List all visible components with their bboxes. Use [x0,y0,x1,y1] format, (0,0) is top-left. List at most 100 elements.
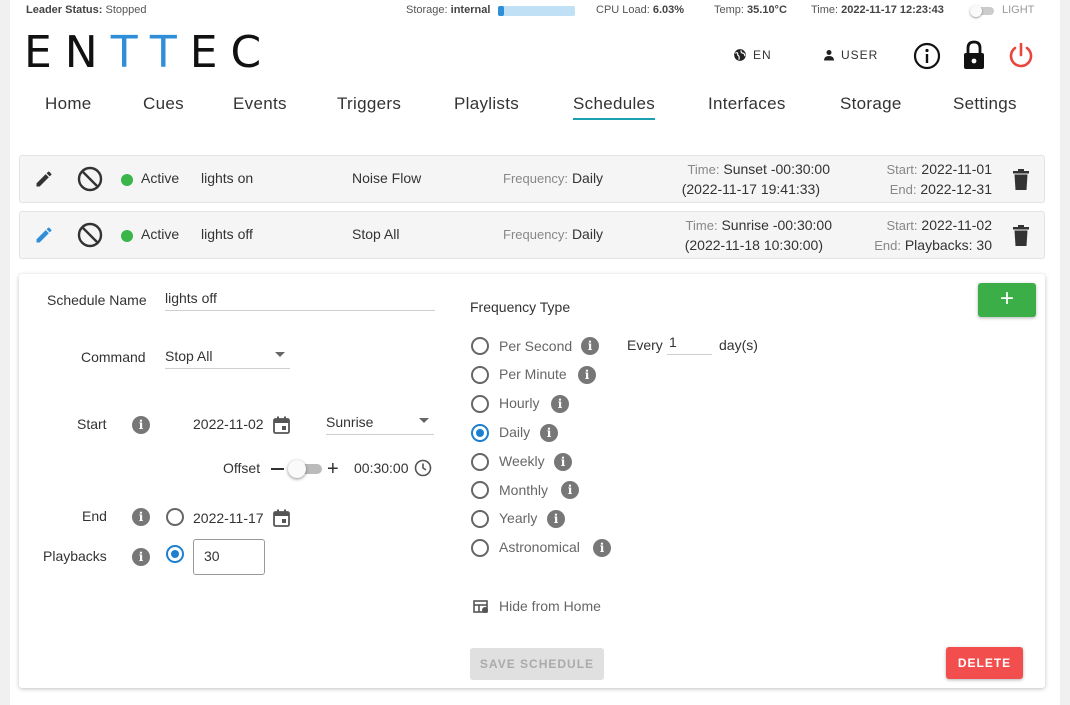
status-dot [121,174,133,186]
frequency-radio-per-minute[interactable] [471,366,489,384]
toggle-knob [970,5,982,17]
command-select[interactable]: Stop All [165,348,290,369]
nav-cues[interactable]: Cues [143,94,184,114]
frequency-radio-astronomical[interactable] [471,539,489,557]
calendar-icon[interactable] [273,509,290,527]
frequency-option-label: Per Minute [499,366,567,382]
nav-home[interactable]: Home [45,94,92,114]
schedule-end: End: 2022-12-31 [889,181,992,197]
nav-triggers[interactable]: Triggers [337,94,401,114]
info-icon[interactable]: i [578,366,596,384]
person-icon [824,50,834,61]
frequency-option-label: Monthly [499,482,549,498]
user-label: USER [841,48,879,62]
info-icon[interactable]: i [581,337,599,355]
time-status: Time: 2022-11-17 12:23:43 [811,4,944,16]
start-date[interactable]: 2022-11-02 [193,416,264,432]
frequency-option-label: Per Second [499,338,573,354]
user-menu[interactable]: USER [823,48,878,62]
schedule-name: lights on [201,170,254,186]
frequency-radio-daily[interactable] [471,424,489,442]
disable-icon[interactable] [77,166,103,192]
info-icon[interactable]: i [593,539,611,557]
minus-icon[interactable] [271,468,284,470]
playbacks-label: Playbacks [43,548,107,564]
info-icon[interactable]: i [132,416,150,434]
end-date[interactable]: 2022-11-17 [193,510,264,526]
end-label: End [82,508,107,524]
trash-icon[interactable] [1012,169,1030,191]
chevron-down-icon [419,418,429,423]
info-icon[interactable]: i [554,453,572,471]
schedule-row[interactable]: Active lights off Stop All Frequency: Da… [19,211,1045,259]
storage-progress-bar [498,6,575,16]
nav-settings[interactable]: Settings [953,94,1017,114]
edit-icon[interactable] [34,169,54,189]
nav-interfaces[interactable]: Interfaces [708,94,786,114]
frequency-radio-weekly[interactable] [471,453,489,471]
info-icon[interactable]: i [551,395,569,413]
status-text: Active [141,226,180,242]
schedule-start: Start: 2022-11-01 [886,161,992,177]
offset-sign-toggle[interactable] [288,460,322,478]
info-icon[interactable] [913,42,941,70]
plus-icon[interactable]: + [327,459,339,479]
clock-icon[interactable] [414,459,432,477]
globe-icon [734,49,746,61]
every-unit: day(s) [719,337,758,353]
cpu-status: CPU Load: 6.03% [596,4,685,16]
delete-button[interactable]: DELETE [946,647,1023,679]
nav-events[interactable]: Events [233,94,287,114]
add-schedule-button[interactable]: + [978,283,1036,317]
schedule-time: Time: Sunset -00:30:00 [687,161,830,177]
temp-status: Temp: 35.10°C [714,4,787,16]
nav-storage[interactable]: Storage [840,94,902,114]
schedule-frequency: Frequency: Daily [503,226,604,242]
schedule-row[interactable]: Active lights on Noise Flow Frequency: D… [19,155,1045,203]
lock-icon[interactable] [962,40,986,70]
trash-icon[interactable] [1012,225,1030,247]
hide-from-home-label[interactable]: Hide from Home [499,598,601,614]
playbacks-input[interactable]: 30 [193,539,265,575]
status-text: Active [141,170,180,186]
info-icon[interactable]: i [132,508,150,526]
theme-label: LIGHT [1002,4,1035,16]
frequency-radio-yearly[interactable] [471,510,489,528]
nav-playlists[interactable]: Playlists [454,94,519,114]
frequency-radio-per-second[interactable] [471,337,489,355]
disable-icon[interactable] [77,222,103,248]
schedule-end: End: Playbacks: 30 [874,237,992,253]
playbacks-radio[interactable] [166,545,184,563]
edit-icon[interactable] [34,225,54,245]
schedule-frequency: Frequency: Daily [503,170,604,186]
frequency-radio-monthly[interactable] [471,481,489,499]
start-event-select[interactable]: Sunrise [326,414,434,435]
hide-table-icon[interactable] [473,600,489,614]
schedule-name-input[interactable]: lights off [165,290,435,311]
schedule-start: Start: 2022-11-02 [886,217,992,233]
calendar-icon[interactable] [273,416,290,434]
theme-toggle[interactable] [970,5,996,17]
every-input[interactable]: 1 [667,334,712,355]
schedule-time-resolved: (2022-11-17 19:41:33) [681,181,820,197]
language-selector[interactable]: EN [733,48,772,62]
info-icon[interactable]: i [547,510,565,528]
frequency-option-label: Weekly [499,453,545,469]
schedule-command: Stop All [352,226,400,242]
offset-value[interactable]: 00:30:00 [354,460,409,476]
frequency-radio-hourly[interactable] [471,395,489,413]
power-icon[interactable] [1007,41,1035,69]
status-dot [121,230,133,242]
chevron-down-icon [275,352,285,357]
enttec-logo[interactable]: ENTTEC [24,30,274,76]
info-icon[interactable]: i [540,424,558,442]
nav-schedules[interactable]: Schedules [573,94,656,120]
end-date-radio[interactable] [166,508,184,526]
command-value: Stop All [165,348,213,364]
every-label: Every [627,337,663,353]
info-icon[interactable]: i [561,481,579,499]
info-icon[interactable]: i [132,548,150,566]
schedule-time: Time: Sunrise -00:30:00 [685,217,832,233]
save-schedule-button[interactable]: SAVE SCHEDULE [470,648,604,680]
schedule-command: Noise Flow [352,170,422,186]
